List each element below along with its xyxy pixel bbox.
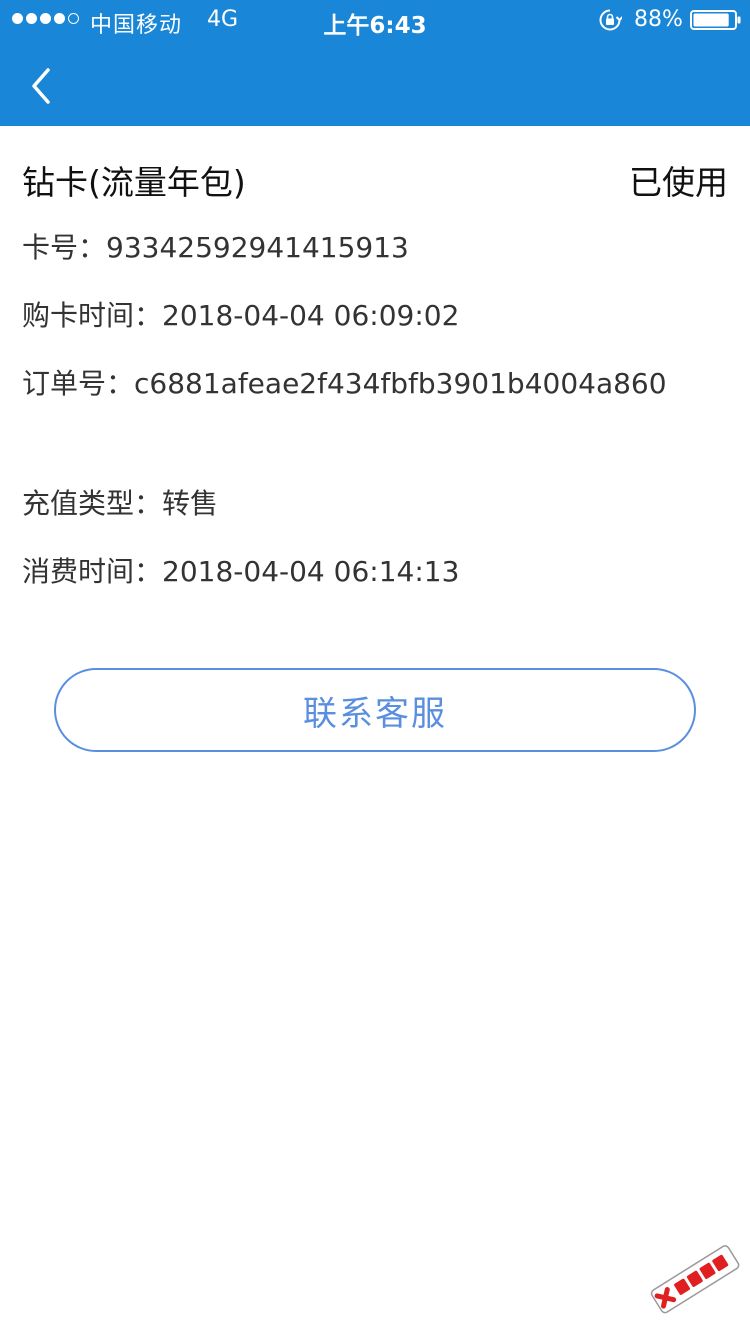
app-header: 中国移动 4G 上午6:43 88%: [0, 0, 750, 126]
recharge-type-value: 转售: [162, 487, 219, 520]
recharge-type-label: 充值类型：: [22, 487, 163, 520]
card-title: 钻卡(流量年包): [22, 163, 246, 202]
chevron-left-icon: [32, 68, 50, 104]
recharge-type-row: 充值类型：转售: [22, 482, 218, 522]
purchase-time-value: 2018-04-04 06:09:02: [162, 299, 460, 332]
card-number-label: 卡号：: [22, 231, 107, 264]
back-button[interactable]: [20, 62, 64, 110]
order-number-label: 订单号：: [22, 367, 135, 400]
order-number-row: 订单号：c6881afeae2f434fbfb3901b4004a860: [22, 362, 667, 402]
rotation-lock-icon: [599, 9, 622, 31]
watermark-logo: [650, 1245, 740, 1314]
status-bar: 中国移动 4G 上午6:43 88%: [0, 0, 750, 40]
battery-icon: [690, 10, 741, 30]
battery-percentage: 88%: [634, 7, 683, 32]
purchase-time-row: 购卡时间：2018-04-04 06:09:02: [22, 294, 459, 334]
consume-time-row: 消费时间：2018-04-04 06:14:13: [22, 550, 459, 590]
card-number-value: 93342592941415913: [106, 231, 409, 264]
card-status: 已使用: [629, 163, 728, 202]
order-number-value: c6881afeae2f434fbfb3901b4004a860: [134, 367, 667, 400]
contact-support-button[interactable]: 联系客服: [54, 668, 696, 752]
consume-time-label: 消费时间：: [22, 555, 163, 588]
consume-time-value: 2018-04-04 06:14:13: [162, 555, 460, 588]
card-number-row: 卡号：93342592941415913: [22, 226, 409, 266]
purchase-time-label: 购卡时间：: [22, 299, 163, 332]
